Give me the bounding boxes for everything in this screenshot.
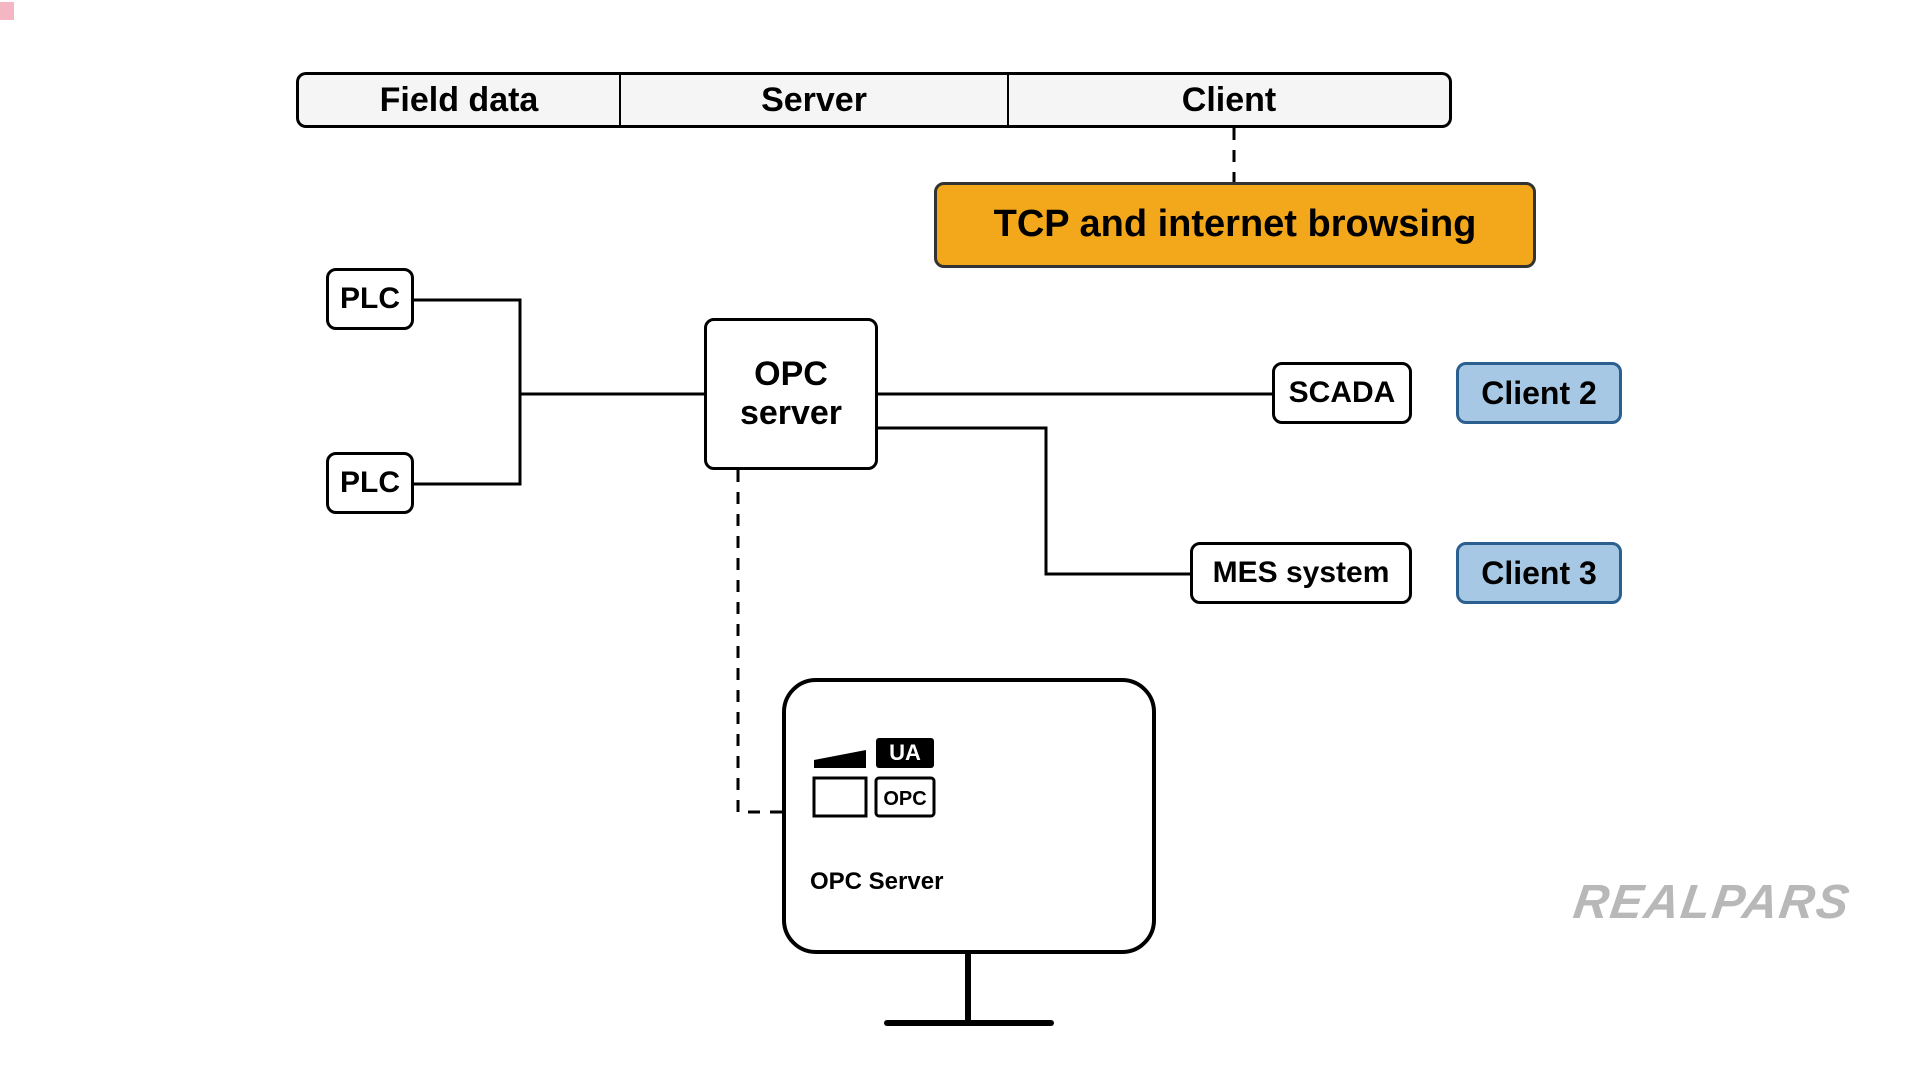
- header-server: Server: [620, 72, 1008, 128]
- chip-client-2: Client 2: [1456, 362, 1622, 424]
- diagram-stage: Field data Server Client TCP and interne…: [0, 0, 1920, 1080]
- callout-tcp-browsing: TCP and internet browsing: [934, 182, 1536, 268]
- opc-ua-logo-icon: UA OPC: [810, 724, 938, 820]
- node-plc-1: PLC: [326, 268, 414, 330]
- header-client: Client: [1008, 72, 1452, 128]
- brand-wordmark: REALPARS: [1570, 875, 1854, 930]
- svg-text:OPC: OPC: [883, 788, 926, 810]
- svg-text:UA: UA: [889, 740, 921, 765]
- monitor-stem: [965, 954, 971, 1020]
- monitor-opc-server-label: OPC Server: [810, 868, 943, 896]
- node-mes-system: MES system: [1190, 542, 1412, 604]
- callout-text: TCP and internet browsing: [994, 203, 1477, 247]
- chip-client-3: Client 3: [1456, 542, 1622, 604]
- node-scada: SCADA: [1272, 362, 1412, 424]
- node-opc-server: OPC server: [704, 318, 878, 470]
- monitor-base: [884, 1020, 1054, 1026]
- decorative-mark: [0, 2, 14, 20]
- header-field-data: Field data: [296, 72, 620, 128]
- node-plc-2: PLC: [326, 452, 414, 514]
